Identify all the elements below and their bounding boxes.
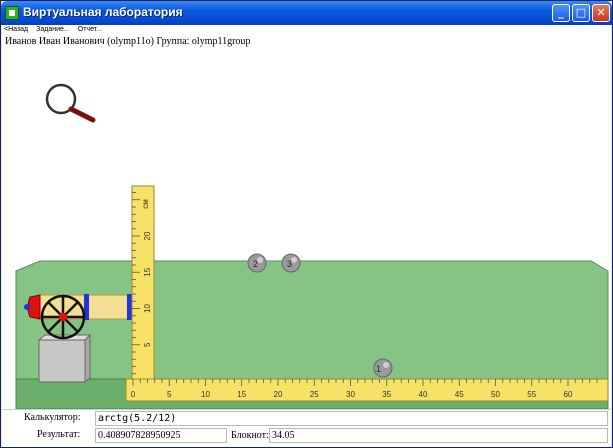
calculator-label: Калькулятор: — [24, 412, 81, 423]
result-field: 0.408907828950925 — [95, 428, 227, 443]
h-ruler-label: 40 — [419, 390, 428, 399]
table-top — [15, 260, 609, 384]
maximize-button[interactable]: □ — [572, 4, 590, 22]
calculator-input[interactable]: arctg(5.2/12) — [95, 411, 608, 426]
h-ruler-label: 20 — [274, 390, 283, 399]
title-bar[interactable]: Виртуальная лаборатория _ □ ✕ — [1, 1, 612, 25]
wheel-icon — [40, 294, 86, 340]
lab-canvas: см 05101520 051015202530354045505560 2 3 — [2, 49, 611, 409]
notepad-label: Блокнот: — [231, 430, 269, 441]
menu-task[interactable]: Задание... — [36, 26, 70, 33]
menu-back[interactable]: <Назад — [4, 26, 28, 33]
cannon-stand — [37, 333, 92, 384]
vertical-ruler-unit: см — [141, 199, 150, 209]
v-ruler-label: 15 — [143, 267, 152, 276]
h-ruler-label: 10 — [201, 390, 210, 399]
h-ruler-label: 5 — [167, 390, 172, 399]
menu-report[interactable]: Отчет... — [78, 26, 102, 33]
lab-window: Виртуальная лаборатория _ □ ✕ <Назад Зада… — [0, 0, 613, 448]
result-label: Результат: — [37, 429, 81, 440]
h-ruler-label: 15 — [237, 390, 246, 399]
lab-scene: см 05101520 051015202530354045505560 2 3 — [15, 83, 609, 409]
menu-bar: <Назад Задание... Отчет... — [2, 25, 611, 35]
minimize-button[interactable]: _ — [552, 4, 570, 22]
ball-1[interactable]: 1 — [373, 358, 393, 378]
magnifier-icon[interactable] — [45, 83, 96, 123]
h-ruler-label: 0 — [131, 390, 136, 399]
h-ruler-label: 60 — [564, 390, 573, 399]
v-ruler-label: 10 — [143, 304, 152, 313]
h-ruler-label: 25 — [310, 390, 319, 399]
vertical-ruler[interactable]: см 05101520 — [131, 185, 155, 387]
user-info: Иванов Иван Иванович (olymp11o) Группа: … — [2, 35, 611, 49]
v-ruler-label: 5 — [143, 342, 152, 347]
h-ruler-label: 50 — [491, 390, 500, 399]
app-icon — [5, 6, 19, 20]
v-ruler-label: 20 — [143, 231, 152, 240]
ball-2-label: 2 — [253, 259, 258, 269]
ball-3[interactable]: 3 — [281, 253, 301, 273]
horizontal-ruler[interactable]: 0 5 10 15 20 25 30 35 40 45 50 55 60 — [125, 378, 609, 402]
window-title: Виртуальная лаборатория — [23, 5, 183, 19]
close-button[interactable]: ✕ — [592, 4, 610, 22]
h-ruler-label: 45 — [455, 390, 464, 399]
ball-3-label: 3 — [287, 259, 292, 269]
notepad-input[interactable]: 34.05 — [269, 428, 608, 443]
ball-2[interactable]: 2 — [247, 253, 267, 273]
ball-1-label: 1 — [376, 364, 381, 374]
bottom-panel: Калькулятор: arctg(5.2/12) Результат: 0.… — [2, 409, 611, 447]
h-ruler-label: 30 — [346, 390, 355, 399]
h-ruler-label: 55 — [527, 390, 536, 399]
h-ruler-label: 35 — [382, 390, 391, 399]
